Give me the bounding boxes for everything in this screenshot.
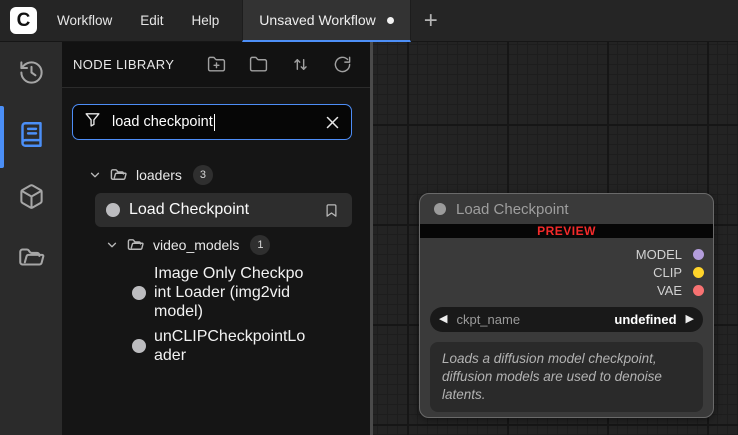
comfyui-app: C Workflow Edit Help Unsaved Workflow + bbox=[0, 0, 738, 435]
text-cursor bbox=[213, 113, 216, 131]
output-clip: CLIP bbox=[420, 263, 704, 281]
tab-label: Unsaved Workflow bbox=[259, 12, 376, 28]
menu-workflow[interactable]: Workflow bbox=[43, 0, 126, 42]
count-badge: 1 bbox=[250, 235, 271, 255]
sidebar-item-workflows[interactable] bbox=[0, 230, 62, 292]
output-slot-icon[interactable] bbox=[693, 284, 704, 296]
output-label: CLIP bbox=[653, 264, 682, 280]
refresh-icon[interactable] bbox=[333, 55, 352, 74]
node-dot-icon bbox=[132, 285, 146, 300]
folder-open-icon bbox=[18, 245, 45, 277]
panel-toolbar bbox=[207, 55, 352, 74]
sort-icon[interactable] bbox=[291, 55, 310, 74]
load-checkpoint-node-preview[interactable]: Load Checkpoint PREVIEW MODEL CLIP VAE ◀… bbox=[419, 193, 714, 418]
output-slot-icon[interactable] bbox=[693, 248, 704, 260]
output-label: MODEL bbox=[635, 246, 682, 262]
sidebar-rail bbox=[0, 42, 62, 435]
prev-arrow-icon[interactable]: ◀ bbox=[439, 314, 447, 325]
folder-icon[interactable] bbox=[249, 55, 268, 74]
output-label: VAE bbox=[656, 282, 682, 298]
folder-label: loaders bbox=[136, 167, 182, 183]
node-dot-icon bbox=[106, 203, 120, 217]
count-badge: 3 bbox=[192, 165, 213, 185]
node-dot-icon bbox=[132, 339, 146, 353]
node-library-header: NODE LIBRARY bbox=[62, 42, 370, 88]
comfyui-logo-icon[interactable]: C bbox=[10, 7, 37, 34]
widget-value: undefined bbox=[614, 312, 677, 327]
history-icon bbox=[18, 59, 45, 91]
preview-banner: PREVIEW bbox=[420, 224, 713, 238]
top-menubar: C Workflow Edit Help Unsaved Workflow + bbox=[0, 0, 738, 42]
menu-group: Workflow Edit Help bbox=[43, 0, 233, 41]
widget-name: ckpt_name bbox=[456, 312, 521, 327]
node-collapse-dot-icon[interactable] bbox=[434, 203, 446, 215]
sidebar-item-history[interactable] bbox=[0, 44, 62, 106]
output-vae: VAE bbox=[420, 281, 704, 299]
node-label: unCLIPCheckpointLoader bbox=[154, 328, 306, 364]
sidebar-item-node-library[interactable] bbox=[0, 106, 62, 168]
node-tree: loaders 3 Load Checkpoint video_models 1… bbox=[62, 162, 370, 365]
folder-open-icon bbox=[110, 167, 127, 184]
tree-folder-video-models[interactable]: video_models 1 bbox=[62, 232, 370, 258]
tab-unsaved-workflow[interactable]: Unsaved Workflow bbox=[242, 0, 411, 42]
tree-item-image-only-checkpoint-loader[interactable]: Image Only Checkpoint Loader (img2vid mo… bbox=[132, 264, 370, 321]
bookmark-icon[interactable] bbox=[324, 203, 339, 218]
graph-canvas[interactable]: Load Checkpoint PREVIEW MODEL CLIP VAE ◀… bbox=[370, 42, 738, 435]
preview-label: PREVIEW bbox=[537, 224, 596, 238]
tree-folder-loaders[interactable]: loaders 3 bbox=[62, 162, 370, 188]
node-library-panel: NODE LIBRARY load checkpoint loaders 3 L… bbox=[62, 42, 370, 435]
folder-label: video_models bbox=[153, 237, 240, 253]
node-library-book-icon bbox=[18, 121, 45, 153]
output-slot-icon[interactable] bbox=[693, 266, 704, 278]
tree-item-load-checkpoint[interactable]: Load Checkpoint bbox=[95, 193, 352, 227]
new-folder-icon[interactable] bbox=[207, 55, 226, 74]
panel-title: NODE LIBRARY bbox=[73, 57, 175, 72]
node-title: Load Checkpoint bbox=[456, 200, 569, 218]
next-arrow-icon[interactable]: ▶ bbox=[686, 314, 694, 325]
ckpt-name-widget[interactable]: ◀ ckpt_name undefined ▶ bbox=[430, 307, 703, 332]
node-description: Loads a diffusion model checkpoint, diff… bbox=[430, 342, 703, 413]
clear-search-icon[interactable] bbox=[325, 115, 340, 130]
tree-item-unclip-checkpoint-loader[interactable]: unCLIPCheckpointLoader bbox=[132, 327, 370, 365]
node-outputs: MODEL CLIP VAE bbox=[420, 238, 713, 299]
output-model: MODEL bbox=[420, 245, 704, 263]
menu-help[interactable]: Help bbox=[178, 0, 234, 42]
filter-funnel-icon bbox=[84, 111, 101, 133]
unsaved-changes-dot-icon bbox=[386, 16, 394, 24]
chevron-down-icon[interactable] bbox=[105, 238, 119, 252]
sidebar-item-model-library[interactable] bbox=[0, 168, 62, 230]
node-header[interactable]: Load Checkpoint bbox=[420, 194, 713, 224]
menu-edit[interactable]: Edit bbox=[126, 0, 177, 42]
folder-open-icon bbox=[127, 237, 144, 254]
node-label: Load Checkpoint bbox=[129, 201, 250, 218]
node-label: Image Only Checkpoint Loader (img2vid mo… bbox=[154, 265, 304, 320]
new-workflow-tab-button[interactable]: + bbox=[411, 0, 451, 42]
cube-icon bbox=[18, 183, 45, 215]
search-value: load checkpoint bbox=[112, 114, 213, 130]
search-input[interactable]: load checkpoint bbox=[72, 104, 352, 140]
chevron-down-icon[interactable] bbox=[88, 168, 102, 182]
